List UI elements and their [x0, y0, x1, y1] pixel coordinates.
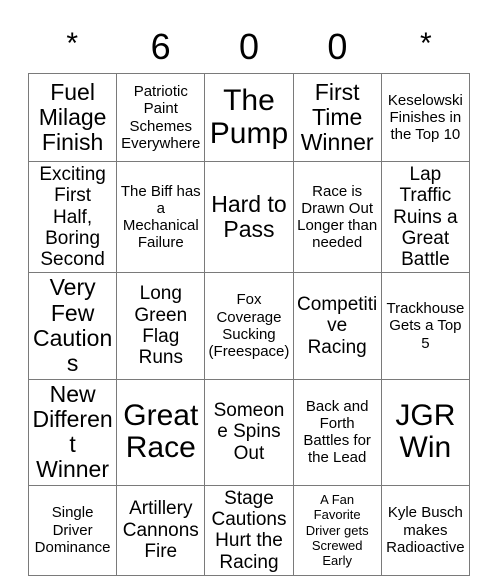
bingo-cell-r4c2[interactable]: Great Race — [116, 378, 206, 486]
bingo-card: * 6 0 0 * Fuel Milage Finish Patriotic P… — [0, 0, 500, 576]
bingo-row: Very Few Cautions Long Green Flag Runs F… — [27, 272, 471, 380]
bingo-cell-r4c5[interactable]: JGR Win — [380, 378, 471, 486]
header-letter-2: 6 — [150, 26, 171, 67]
bingo-cell-r5c2[interactable]: Artillery Cannons Fire — [116, 484, 206, 576]
bingo-cell-r4c4[interactable]: Back and Forth Battles for the Lead — [292, 378, 382, 486]
bingo-cell-label: The Pump — [209, 84, 289, 150]
bingo-cell-r1c2[interactable]: Patriotic Paint Schemes Everywhere — [116, 73, 206, 162]
bingo-cell-label: Very Few Cautions — [32, 274, 113, 377]
bingo-cell-label: Keselowski Finishes in the Top 10 — [387, 91, 463, 144]
header-letter-1: * — [66, 27, 79, 60]
bingo-row: Exciting First Half, Boring Second The B… — [27, 160, 471, 274]
bingo-cell-label: Fuel Milage Finish — [38, 78, 107, 156]
bingo-cell-label: Fox Coverage Sucking (Freespace) — [208, 291, 290, 361]
bingo-row: New Different Winner Great Race Someone … — [27, 378, 471, 486]
bingo-cell-label: New Different Winner — [32, 380, 113, 483]
bingo-cell-r2c4[interactable]: Race is Drawn Out Longer than needed — [292, 160, 382, 274]
bingo-cell-r2c5[interactable]: Lap Traffic Ruins a Great Battle — [380, 160, 471, 274]
bingo-cell-label: Stage Cautions Hurt the Racing — [211, 487, 287, 573]
bingo-cell-label: Back and Forth Battles for the Lead — [303, 397, 371, 467]
header-letter-3: 0 — [239, 26, 260, 67]
bingo-cell-r5c5[interactable]: Kyle Busch makes Radioactive — [380, 484, 471, 576]
bingo-cell-label: Patriotic Paint Schemes Everywhere — [121, 83, 201, 152]
bingo-cell-r5c3[interactable]: Stage Cautions Hurt the Racing — [204, 484, 294, 576]
bingo-cell-r3c1[interactable]: Very Few Cautions — [27, 272, 118, 380]
bingo-cell-r2c2[interactable]: The Biff has a Mechanical Failure — [116, 160, 206, 274]
bingo-cell-label: Hard to Pass — [211, 190, 287, 243]
bingo-cell-r4c1[interactable]: New Different Winner — [27, 378, 118, 486]
header-letter-4: 0 — [327, 26, 348, 67]
bingo-cell-label: The Biff has a Mechanical Failure — [120, 182, 201, 252]
bingo-cell-label: A Fan Favorite Driver gets Screwed Early — [305, 491, 369, 569]
bingo-cell-r3c3-freespace[interactable]: Fox Coverage Sucking (Freespace) — [204, 272, 294, 380]
bingo-cell-r5c1[interactable]: Single Driver Dominance — [27, 484, 118, 576]
bingo-cell-label: JGR Win — [395, 398, 456, 465]
bingo-cell-r5c4[interactable]: A Fan Favorite Driver gets Screwed Early — [292, 484, 382, 576]
bingo-cell-label: Race is Drawn Out Longer than needed — [297, 182, 378, 252]
bingo-cell-label: Long Green Flag Runs — [134, 283, 188, 369]
bingo-cell-label: Single Driver Dominance — [34, 504, 111, 556]
bingo-header-row: * 6 0 0 * — [28, 0, 470, 73]
bingo-cell-label: Trackhouse Gets a Top 5 — [386, 300, 465, 352]
bingo-cell-label: First Time Winner — [300, 78, 374, 156]
bingo-cell-r1c5[interactable]: Keselowski Finishes in the Top 10 — [380, 73, 471, 162]
bingo-cell-label: Kyle Busch makes Radioactive — [386, 504, 465, 556]
bingo-cell-label: Artillery Cannons Fire — [122, 498, 199, 562]
bingo-cell-r1c4[interactable]: First Time Winner — [292, 73, 382, 162]
bingo-cell-label: Great Race — [123, 398, 199, 465]
bingo-cell-r3c4[interactable]: Competitive Racing — [292, 272, 382, 380]
bingo-cell-r2c3[interactable]: Hard to Pass — [204, 160, 294, 274]
header-letter-5: * — [419, 27, 432, 60]
bingo-cell-label: Exciting First Half, Boring Second — [39, 164, 106, 271]
bingo-cell-label: Competitive Racing — [297, 294, 378, 358]
bingo-cell-r3c5[interactable]: Trackhouse Gets a Top 5 — [380, 272, 471, 380]
bingo-grid: Fuel Milage Finish Patriotic Paint Schem… — [27, 73, 471, 576]
bingo-cell-r3c2[interactable]: Long Green Flag Runs — [116, 272, 206, 380]
bingo-cell-label: Lap Traffic Ruins a Great Battle — [393, 164, 458, 271]
bingo-cell-r1c3[interactable]: The Pump — [204, 73, 294, 162]
bingo-cell-r4c3[interactable]: Someone Spins Out — [204, 378, 294, 486]
bingo-cell-r1c1[interactable]: Fuel Milage Finish — [27, 73, 118, 162]
bingo-cell-label: Someone Spins Out — [213, 400, 285, 464]
bingo-cell-r2c1[interactable]: Exciting First Half, Boring Second — [27, 160, 118, 274]
bingo-row: Single Driver Dominance Artillery Cannon… — [27, 484, 471, 576]
bingo-row: Fuel Milage Finish Patriotic Paint Schem… — [27, 73, 471, 162]
